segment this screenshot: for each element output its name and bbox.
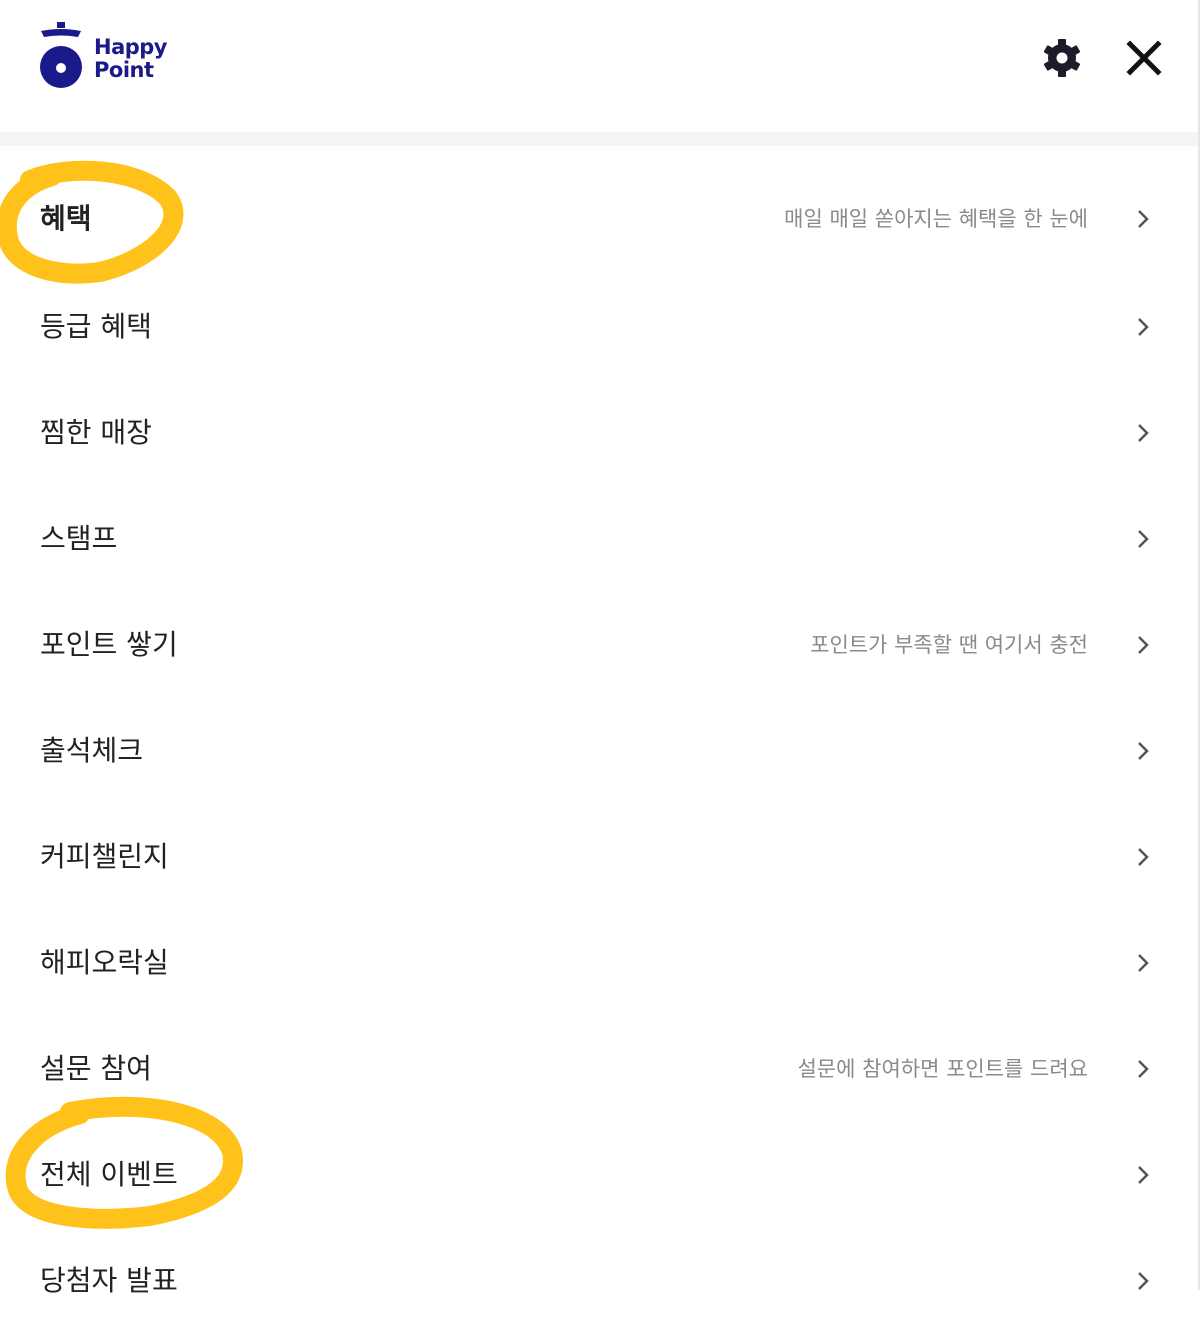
chevron-right-icon	[1138, 848, 1149, 866]
menu-item-all-events[interactable]: 전체 이벤트	[0, 1122, 1200, 1228]
chevron-right-icon	[1138, 954, 1149, 972]
logo-text: Happy Point	[94, 35, 168, 82]
happy-point-logo[interactable]: Happy Point	[38, 22, 178, 92]
menu-item-label: 전체 이벤트	[40, 1158, 178, 1191]
chevron-right-icon	[1138, 530, 1149, 548]
menu-item-label: 출석체크	[40, 734, 144, 767]
menu-item-label: 설문 참여	[40, 1052, 152, 1085]
menu-item-arcade[interactable]: 해피오락실	[0, 910, 1200, 1016]
chevron-right-icon	[1138, 210, 1149, 228]
menu-item-label: 당첨자 발표	[40, 1264, 178, 1297]
chevron-right-icon	[1138, 1060, 1149, 1078]
menu-item-saved-stores[interactable]: 찜한 매장	[0, 380, 1200, 486]
menu-item-survey[interactable]: 설문 참여 설문에 참여하면 포인트를 드려요	[0, 1016, 1200, 1122]
chevron-right-icon	[1138, 742, 1149, 760]
menu-item-stamp[interactable]: 스탬프	[0, 486, 1200, 592]
close-icon	[1126, 40, 1162, 76]
settings-button[interactable]	[1040, 36, 1084, 80]
logo-mark-icon	[40, 22, 82, 88]
menu-item-label: 등급 혜택	[40, 310, 152, 343]
menu-item-benefits[interactable]: 혜택 매일 매일 쏟아지는 혜택을 한 눈에	[0, 166, 1200, 272]
chevron-right-icon	[1138, 318, 1149, 336]
menu-item-attendance[interactable]: 출석체크	[0, 698, 1200, 804]
menu-item-label: 찜한 매장	[40, 416, 152, 449]
menu-item-coffee-challenge[interactable]: 커피챌린지	[0, 804, 1200, 910]
chevron-right-icon	[1138, 1166, 1149, 1184]
menu-item-grade-benefits[interactable]: 등급 혜택	[0, 274, 1200, 380]
menu-item-label: 커피챌린지	[40, 840, 169, 873]
menu-item-label: 혜택	[40, 202, 92, 235]
chevron-right-icon	[1138, 424, 1149, 442]
menu-item-label: 스탬프	[40, 522, 118, 555]
logo-line-1: Happy	[94, 35, 168, 59]
menu-item-earn-points[interactable]: 포인트 쌓기 포인트가 부족할 땐 여기서 충전	[0, 592, 1200, 698]
gear-icon	[1043, 39, 1081, 77]
menu-item-label: 해피오락실	[40, 946, 169, 979]
logo-line-2: Point	[94, 58, 154, 82]
menu-item-label: 포인트 쌓기	[40, 628, 178, 661]
menu-item-hint: 포인트가 부족할 땐 여기서 충전	[810, 633, 1088, 657]
chevron-right-icon	[1138, 636, 1149, 654]
close-button[interactable]	[1122, 36, 1166, 80]
menu-item-hint: 설문에 참여하면 포인트를 드려요	[797, 1057, 1088, 1081]
menu-item-winners[interactable]: 당첨자 발표	[0, 1228, 1200, 1334]
chevron-right-icon	[1138, 1272, 1149, 1290]
header-divider	[0, 132, 1200, 146]
app-header: Happy Point	[0, 0, 1200, 132]
menu-item-hint: 매일 매일 쏟아지는 혜택을 한 눈에	[784, 207, 1088, 231]
